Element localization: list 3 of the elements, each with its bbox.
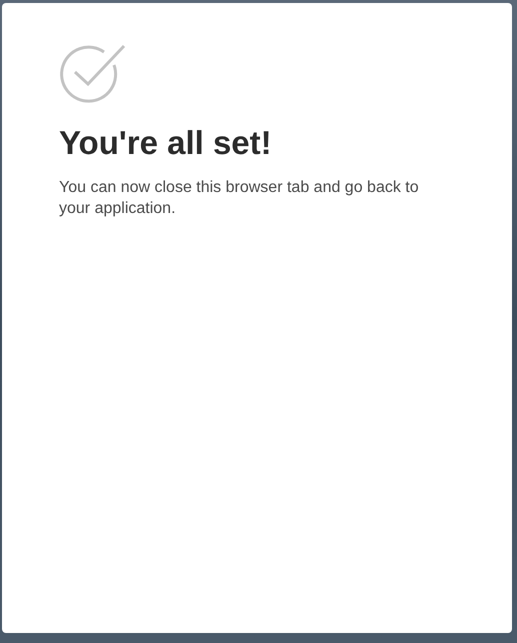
check-circle-icon — [59, 43, 127, 103]
instruction-text: You can now close this browser tab and go back to your application. — [59, 178, 420, 219]
success-title: You're all set! — [59, 123, 273, 163]
